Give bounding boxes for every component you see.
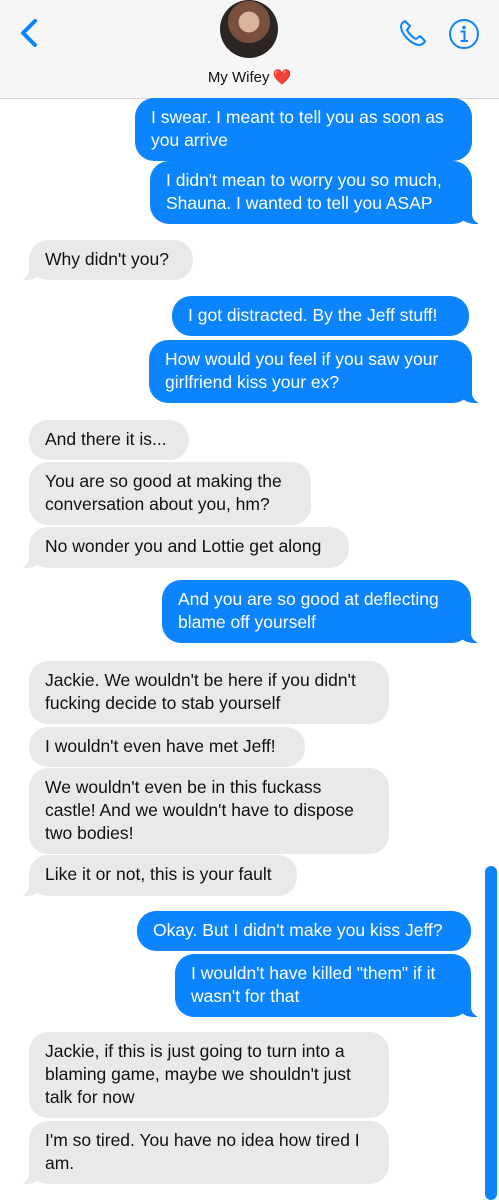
outgoing-message-bubble[interactable]: I wouldn't have killed "them" if it wasn… bbox=[175, 954, 481, 1017]
incoming-message-bubble[interactable]: Jackie. We wouldn't be here if you didn'… bbox=[29, 661, 389, 724]
outgoing-message-bubble[interactable]: I swear. I meant to tell you as soon as … bbox=[135, 98, 472, 161]
message-text: I swear. I meant to tell you as soon as … bbox=[151, 107, 444, 150]
message-text: We wouldn't even be in this fuckass cast… bbox=[45, 777, 354, 843]
incoming-message-bubble[interactable]: No wonder you and Lottie get along bbox=[19, 527, 349, 568]
message-text: I wouldn't even have met Jeff! bbox=[45, 736, 276, 756]
contact-avatar[interactable] bbox=[220, 0, 278, 58]
message-text: You are so good at making the conversati… bbox=[45, 471, 282, 514]
incoming-message-bubble[interactable]: We wouldn't even be in this fuckass cast… bbox=[29, 768, 389, 854]
message-text: I didn't mean to worry you so much, Shau… bbox=[166, 170, 442, 213]
heart-icon: ❤️ bbox=[272, 69, 292, 86]
outgoing-message-bubble[interactable]: And you are so good at deflecting blame … bbox=[162, 580, 481, 643]
scrollbar[interactable] bbox=[485, 866, 497, 1200]
message-text: Okay. But I didn't make you kiss Jeff? bbox=[153, 920, 443, 940]
contact-name-label: My Wifey bbox=[207, 69, 270, 86]
phone-icon[interactable] bbox=[398, 18, 428, 48]
message-text: I'm so tired. You have no idea how tired… bbox=[45, 1130, 360, 1173]
incoming-message-bubble[interactable]: Jackie, if this is just going to turn in… bbox=[29, 1032, 389, 1118]
outgoing-message-bubble[interactable]: How would you feel if you saw your girlf… bbox=[149, 340, 482, 403]
message-text: No wonder you and Lottie get along bbox=[45, 536, 322, 556]
outgoing-message-bubble[interactable]: I didn't mean to worry you so much, Shau… bbox=[150, 161, 482, 224]
message-text: Why didn't you? bbox=[45, 249, 169, 269]
incoming-message-bubble[interactable]: Why didn't you? bbox=[19, 240, 193, 280]
message-text: I wouldn't have killed "them" if it wasn… bbox=[191, 963, 436, 1006]
message-text: Jackie, if this is just going to turn in… bbox=[45, 1041, 351, 1107]
message-text: And you are so good at deflecting blame … bbox=[178, 589, 439, 632]
back-chevron-icon[interactable] bbox=[18, 18, 40, 48]
incoming-message-bubble[interactable]: I'm so tired. You have no idea how tired… bbox=[19, 1121, 389, 1184]
message-text: And there it is... bbox=[45, 429, 167, 449]
message-text: I got distracted. By the Jeff stuff! bbox=[188, 305, 438, 325]
message-text: Jackie. We wouldn't be here if you didn'… bbox=[45, 670, 356, 713]
message-text: Like it or not, this is your fault bbox=[45, 864, 272, 884]
outgoing-message-bubble[interactable]: I got distracted. By the Jeff stuff! bbox=[172, 296, 469, 336]
incoming-message-bubble[interactable]: I wouldn't even have met Jeff! bbox=[29, 727, 305, 767]
outgoing-message-bubble[interactable]: Okay. But I didn't make you kiss Jeff? bbox=[137, 911, 471, 951]
message-text: How would you feel if you saw your girlf… bbox=[165, 349, 439, 392]
contact-name[interactable]: My Wifey ❤️ bbox=[0, 68, 499, 86]
incoming-message-bubble[interactable]: And there it is... bbox=[29, 420, 189, 460]
incoming-message-bubble[interactable]: Like it or not, this is your fault bbox=[19, 855, 297, 896]
conversation-header: My Wifey ❤️ bbox=[0, 0, 499, 99]
info-icon[interactable] bbox=[448, 18, 480, 50]
incoming-message-bubble[interactable]: You are so good at making the conversati… bbox=[29, 462, 311, 525]
